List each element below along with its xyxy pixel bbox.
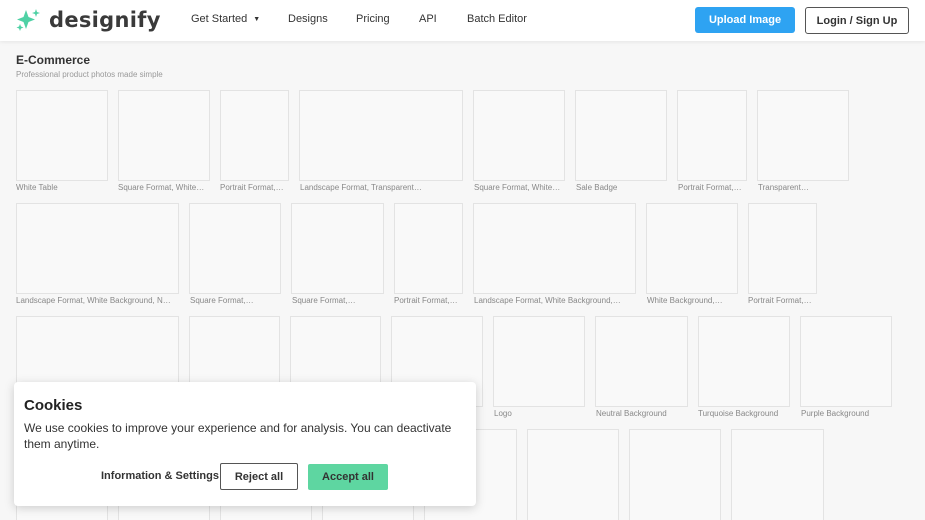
nav-batch-editor[interactable]: Batch Editor	[467, 13, 527, 25]
design-label: Portrait Format,…	[748, 296, 812, 305]
design-thumbnail[interactable]	[473, 90, 565, 181]
design-label: Neutral Background	[596, 409, 667, 418]
design-thumbnail[interactable]	[473, 203, 636, 294]
design-thumbnail[interactable]	[748, 203, 817, 294]
design-thumbnail[interactable]	[299, 90, 463, 181]
caret-down-icon: ▼	[253, 16, 261, 23]
category-title: E-Commerce	[16, 53, 91, 67]
design-label: Portrait Format,…	[678, 183, 742, 192]
top-header: designify Get Started ▼ Designs Pricing A…	[0, 0, 925, 41]
design-label: White Table	[16, 183, 58, 192]
nav-api[interactable]: API	[419, 13, 437, 25]
login-signup-button[interactable]: Login / Sign Up	[805, 7, 909, 34]
design-thumbnail[interactable]	[16, 203, 179, 294]
design-thumbnail[interactable]	[731, 429, 824, 520]
design-label: Square Format,…	[292, 296, 356, 305]
design-label: Landscape Format, Transparent…	[300, 183, 422, 192]
design-label: Logo	[494, 409, 512, 418]
cookie-banner: Cookies We use cookies to improve your e…	[14, 382, 476, 506]
design-thumbnail[interactable]	[394, 203, 463, 294]
category-subtitle: Professional product photos made simple	[16, 70, 163, 79]
design-label: Landscape Format, White Background, N…	[16, 296, 171, 305]
design-thumbnail[interactable]	[698, 316, 790, 407]
design-thumbnail[interactable]	[595, 316, 688, 407]
design-label: Landscape Format, White Background,…	[474, 296, 621, 305]
cookie-text: We use cookies to improve your experienc…	[24, 421, 452, 451]
design-thumbnail[interactable]	[677, 90, 747, 181]
design-label: Portrait Format,…	[394, 296, 458, 305]
cookie-title: Cookies	[24, 397, 83, 414]
design-thumbnail[interactable]	[220, 90, 289, 181]
design-thumbnail[interactable]	[493, 316, 585, 407]
nav-designs[interactable]: Designs	[288, 13, 328, 25]
design-thumbnail[interactable]	[527, 429, 619, 520]
design-thumbnail[interactable]	[118, 90, 210, 181]
nav-get-started-label: Get Started	[191, 13, 248, 25]
design-label: Turquoise Background	[698, 409, 779, 418]
design-thumbnail[interactable]	[629, 429, 721, 520]
design-thumbnail[interactable]	[291, 203, 384, 294]
design-label: Portrait Format,…	[220, 183, 284, 192]
accept-all-button[interactable]: Accept all	[308, 464, 388, 490]
design-label: Sale Badge	[576, 183, 618, 192]
logo[interactable]: designify	[15, 8, 161, 32]
nav-pricing[interactable]: Pricing	[356, 13, 390, 25]
cookie-settings-button[interactable]: Information & Settings	[101, 470, 219, 482]
logo-text: designify	[49, 8, 161, 32]
design-label: Square Format,…	[190, 296, 254, 305]
design-thumbnail[interactable]	[757, 90, 849, 181]
design-label: Transparent…	[758, 183, 809, 192]
upload-image-button[interactable]: Upload Image	[695, 7, 795, 33]
design-thumbnail[interactable]	[189, 203, 281, 294]
reject-all-button[interactable]: Reject all	[220, 463, 298, 490]
nav-get-started[interactable]: Get Started ▼	[191, 13, 260, 25]
design-thumbnail[interactable]	[646, 203, 738, 294]
sparkle-logo-icon	[16, 9, 40, 31]
design-label: Purple Background	[801, 409, 870, 418]
design-thumbnail[interactable]	[800, 316, 892, 407]
design-label: White Background,…	[647, 296, 723, 305]
design-thumbnail[interactable]	[16, 90, 108, 181]
design-thumbnail[interactable]	[575, 90, 667, 181]
design-label: Square Format, White…	[118, 183, 205, 192]
design-label: Square Format, White…	[474, 183, 561, 192]
